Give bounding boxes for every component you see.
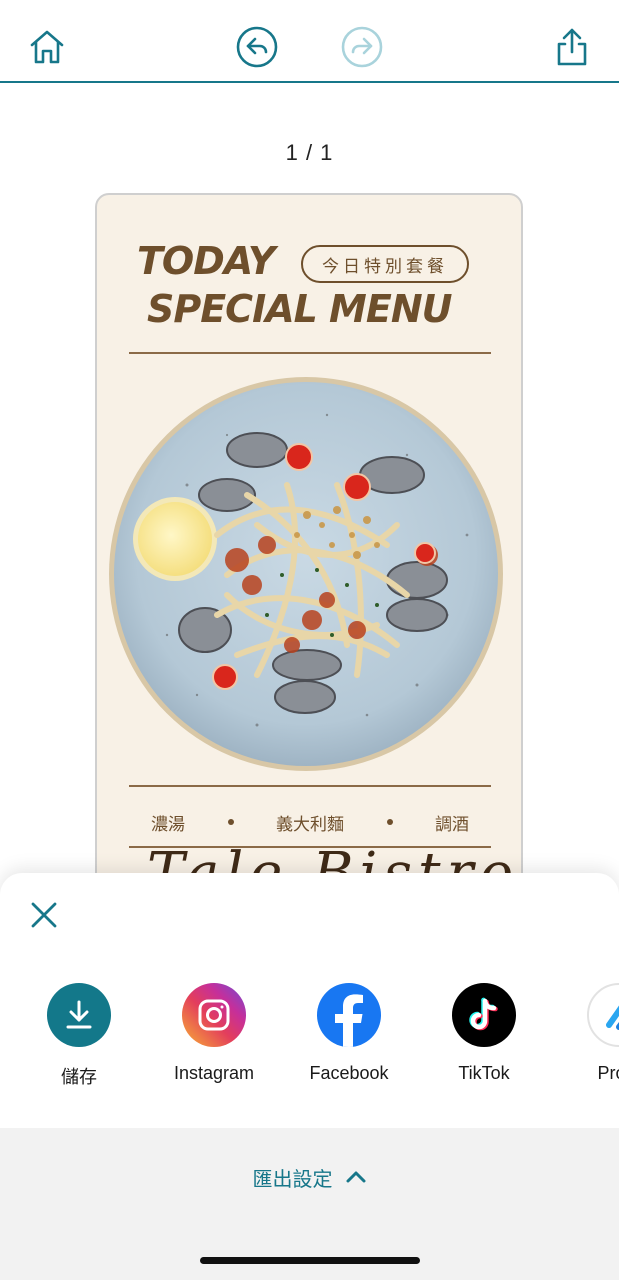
category-pasta: 義大利麵 (276, 814, 344, 834)
share-promeo-label: Prom (597, 1063, 619, 1083)
divider-mid (129, 785, 491, 787)
share-save[interactable]: 儲存 (14, 983, 144, 1089)
close-icon (31, 902, 57, 928)
page-counter: 1 / 1 (285, 140, 334, 165)
facebook-icon (317, 983, 381, 1047)
bullet-dot (227, 819, 234, 825)
category-cocktail: 調酒 (435, 814, 469, 834)
share-save-label: 儲存 (61, 1067, 97, 1087)
divider-top (129, 352, 491, 354)
category-row: 濃湯 義大利麵 調酒 (129, 807, 491, 837)
promeo-icon (587, 983, 619, 1047)
sheet-footer: 匯出設定 (0, 1128, 619, 1280)
share-icon (557, 28, 587, 66)
instagram-icon (182, 983, 246, 1047)
home-button[interactable] (25, 25, 69, 69)
food-photo (107, 375, 505, 773)
bullet-dot (386, 819, 393, 825)
close-button[interactable] (24, 895, 64, 935)
export-settings-label: 匯出設定 (252, 1168, 333, 1191)
export-settings-button[interactable]: 匯出設定 (0, 1162, 619, 1192)
share-facebook-label: Facebook (309, 1063, 389, 1083)
top-toolbar (0, 0, 619, 83)
share-instagram[interactable]: Instagram (149, 983, 279, 1084)
subtitle-pill: 今日特別套餐 (301, 245, 469, 283)
title-line-2: SPECIAL MENU (147, 287, 452, 331)
share-promeo[interactable]: Prom (554, 983, 619, 1084)
chevron-up-icon (346, 1171, 365, 1183)
tiktok-icon (452, 983, 516, 1047)
share-tiktok[interactable]: TikTok (419, 983, 549, 1084)
home-icon (30, 30, 64, 64)
share-sheet: 儲存 Instagram Facebook TikTok Pr 匯出設定 (0, 873, 619, 1280)
share-instagram-label: Instagram (173, 1063, 255, 1083)
share-button[interactable] (550, 25, 594, 69)
redo-button[interactable] (340, 25, 384, 69)
download-icon (47, 983, 111, 1047)
category-soup: 濃湯 (151, 814, 185, 834)
share-facebook[interactable]: Facebook (284, 983, 414, 1084)
redo-icon (341, 26, 383, 68)
title-line-1: TODAY (137, 239, 275, 283)
undo-icon (236, 26, 278, 68)
share-tiktok-label: TikTok (458, 1063, 510, 1083)
design-canvas[interactable]: TODAY 今日特別套餐 SPECIAL MENU 濃湯 義大利麵 調酒 (95, 193, 523, 953)
home-indicator[interactable] (200, 1257, 420, 1264)
undo-button[interactable] (235, 25, 279, 69)
